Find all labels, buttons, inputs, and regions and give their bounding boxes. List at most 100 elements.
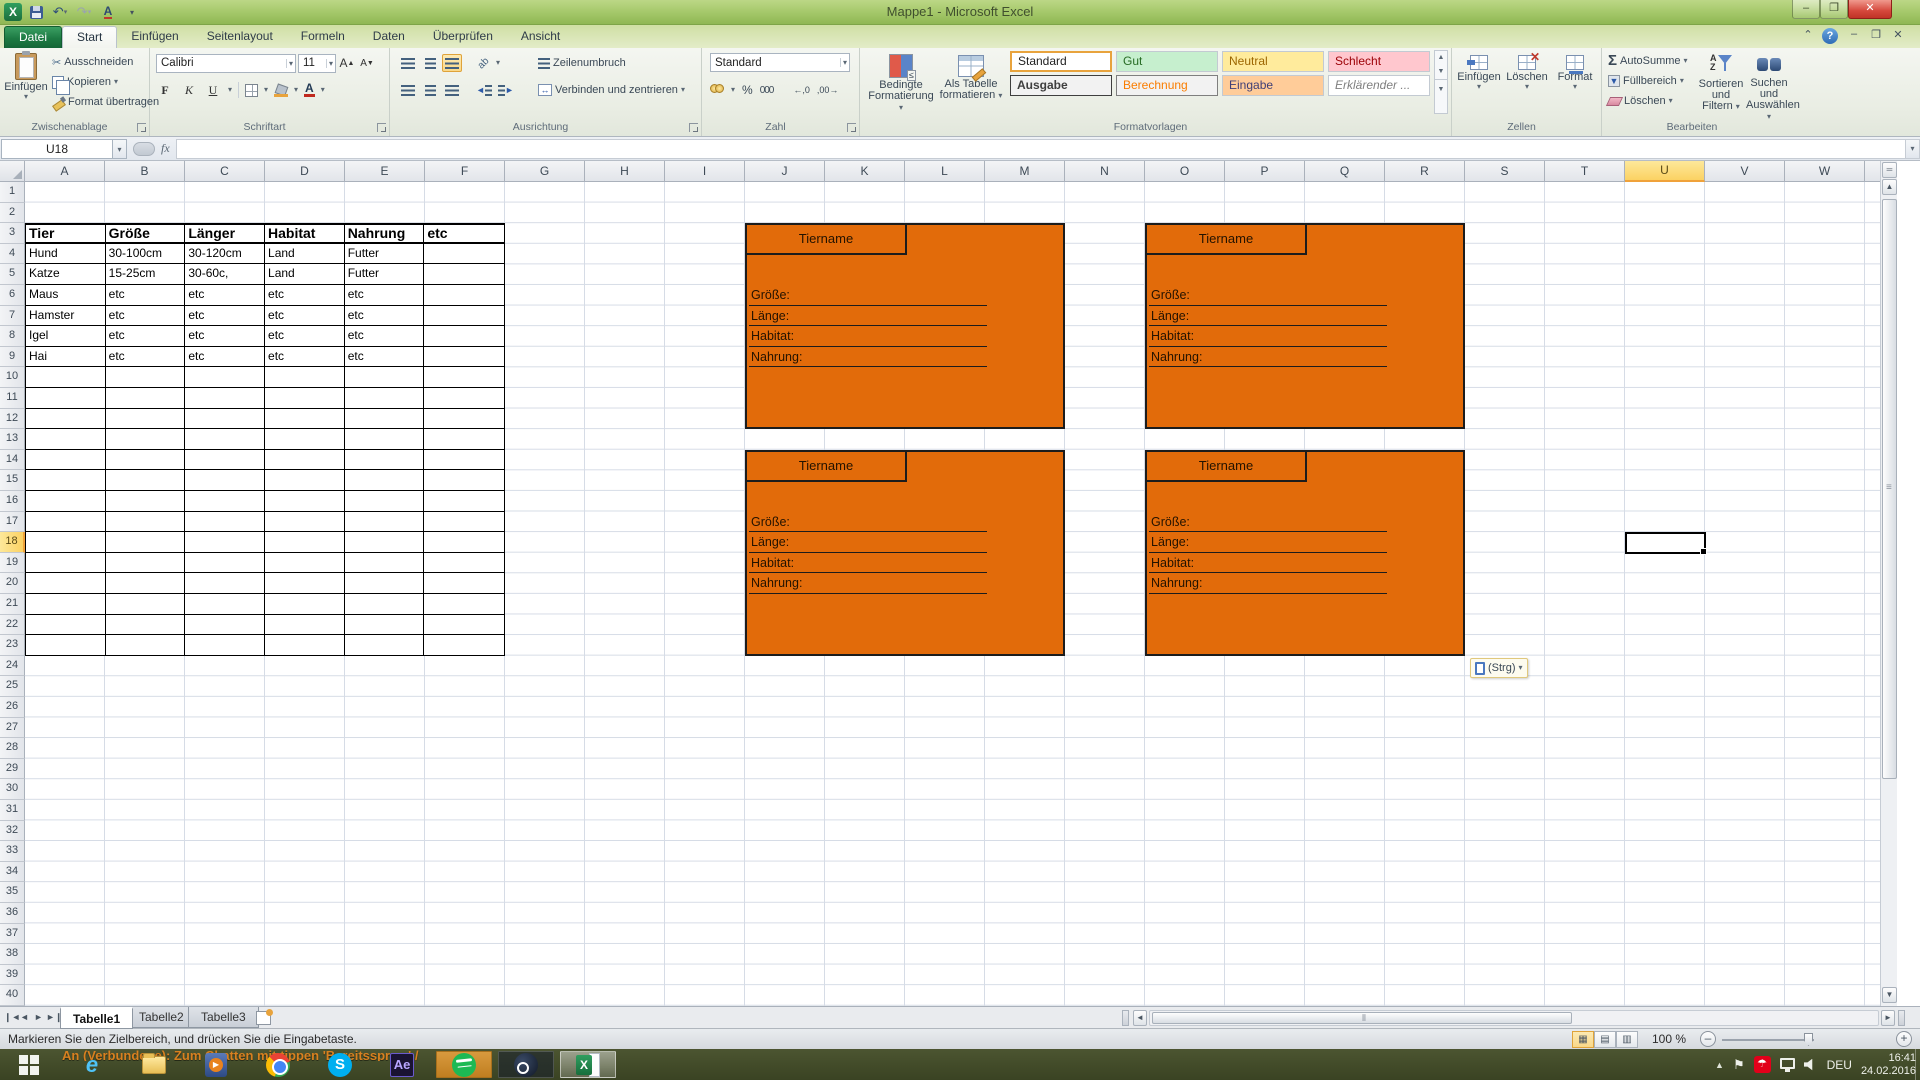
avira-antivirus-icon[interactable]: ☂ [1754, 1056, 1771, 1073]
table-cell[interactable] [26, 553, 106, 573]
row-header-31[interactable]: 31 [0, 800, 25, 821]
table-cell[interactable]: 30-120cm [185, 244, 265, 264]
row-header-10[interactable]: 10 [0, 367, 25, 388]
style-neutral[interactable]: Neutral [1222, 51, 1324, 72]
table-cell[interactable] [345, 367, 425, 387]
insert-worksheet-button[interactable] [256, 1011, 271, 1025]
column-header-A[interactable]: A [25, 161, 105, 182]
tab-datei[interactable]: Datei [4, 26, 62, 48]
font-size-combo[interactable]: 11▾ [298, 54, 336, 73]
table-cell[interactable] [265, 470, 345, 490]
column-header-J[interactable]: J [745, 161, 825, 182]
table-cell[interactable]: Land [265, 244, 345, 264]
table-cell[interactable] [424, 470, 504, 490]
table-cell[interactable] [106, 553, 186, 573]
table-cell[interactable] [106, 532, 186, 552]
table-cell[interactable] [26, 512, 106, 532]
scroll-split-handle[interactable]: ═ [1882, 162, 1897, 178]
underline-button[interactable]: U [204, 81, 222, 99]
table-cell[interactable] [185, 409, 265, 429]
table-cell[interactable]: Größe [106, 225, 186, 242]
hscroll-left-arrow[interactable]: ◄ [1133, 1010, 1147, 1026]
table-cell[interactable] [424, 491, 504, 511]
column-header-T[interactable]: T [1545, 161, 1625, 182]
horizontal-scroll-thumb[interactable] [1152, 1012, 1572, 1024]
table-cell[interactable]: etc [185, 326, 265, 346]
column-header-U[interactable]: U [1625, 161, 1705, 182]
row-header-8[interactable]: 8 [0, 326, 25, 347]
thousands-format-button[interactable]: 000 [760, 85, 774, 96]
taskbar-excel[interactable]: X [560, 1051, 616, 1078]
vertical-scroll-thumb[interactable] [1882, 199, 1897, 779]
table-cell[interactable]: etc [106, 306, 186, 326]
table-cell[interactable] [26, 594, 106, 614]
first-sheet-button[interactable]: ❙◄ [4, 1010, 17, 1025]
table-cell[interactable]: Katze [26, 264, 106, 284]
table-cell[interactable] [345, 512, 425, 532]
table-cell[interactable] [106, 635, 186, 655]
row-header-1[interactable]: 1 [0, 182, 25, 203]
table-cell[interactable] [185, 367, 265, 387]
taskbar-player[interactable] [188, 1051, 244, 1078]
table-cell[interactable] [26, 615, 106, 635]
table-cell[interactable] [265, 532, 345, 552]
format-painter-button[interactable]: Format übertragen [52, 92, 159, 112]
table-cell[interactable] [26, 450, 106, 470]
formula-input[interactable] [176, 139, 1905, 159]
table-cell[interactable] [345, 470, 425, 490]
vertical-scrollbar[interactable]: ═ ▲ ▼ [1880, 161, 1897, 1006]
row-header-39[interactable]: 39 [0, 965, 25, 986]
table-cell[interactable]: etc [185, 347, 265, 367]
table-cell[interactable]: etc [106, 285, 186, 305]
table-cell[interactable] [26, 388, 106, 408]
table-cell[interactable] [26, 470, 106, 490]
table-cell[interactable]: etc [265, 326, 345, 346]
row-header-11[interactable]: 11 [0, 388, 25, 409]
table-cell[interactable]: Maus [26, 285, 106, 305]
table-cell[interactable] [106, 512, 186, 532]
tab-daten[interactable]: Daten [359, 26, 419, 48]
scroll-down-arrow[interactable]: ▼ [1882, 987, 1897, 1003]
table-cell[interactable] [26, 409, 106, 429]
table-cell[interactable] [106, 470, 186, 490]
selected-cell-U18[interactable] [1625, 532, 1706, 554]
row-header-26[interactable]: 26 [0, 697, 25, 718]
column-header-I[interactable]: I [665, 161, 745, 182]
sheet-grid[interactable]: TierGrößeLängerHabitatNahrungetcHund30-1… [25, 182, 1897, 1006]
font-dialog-launcher[interactable] [377, 123, 386, 132]
tab-seitenlayout[interactable]: Seitenlayout [193, 26, 287, 48]
table-cell[interactable] [265, 594, 345, 614]
table-cell[interactable] [265, 367, 345, 387]
percent-format-button[interactable]: % [742, 83, 753, 97]
column-header-G[interactable]: G [505, 161, 585, 182]
hscroll-splitter[interactable] [1898, 1010, 1905, 1026]
row-header-6[interactable]: 6 [0, 285, 25, 306]
scroll-up-arrow[interactable]: ▲ [1882, 179, 1897, 195]
volume-icon[interactable] [1804, 1059, 1818, 1071]
align-top-button[interactable] [398, 54, 418, 72]
table-cell[interactable] [185, 512, 265, 532]
table-cell[interactable] [185, 635, 265, 655]
table-cell[interactable] [265, 450, 345, 470]
table-cell[interactable] [26, 491, 106, 511]
doc-close-icon[interactable]: ✕ [1890, 28, 1906, 44]
insert-function-icon[interactable]: fx [161, 141, 170, 156]
fill-color-icon[interactable] [274, 84, 288, 97]
table-cell[interactable] [424, 409, 504, 429]
format-cells-button[interactable]: Format▾ [1552, 50, 1598, 114]
row-header-36[interactable]: 36 [0, 903, 25, 924]
table-cell[interactable] [185, 450, 265, 470]
column-header-R[interactable]: R [1385, 161, 1465, 182]
table-cell[interactable] [185, 594, 265, 614]
table-cell[interactable] [345, 532, 425, 552]
sheet-tab-tabelle1[interactable]: Tabelle1 [60, 1007, 133, 1029]
start-button[interactable] [0, 1049, 58, 1080]
row-header-21[interactable]: 21 [0, 594, 25, 615]
table-cell[interactable]: etc [345, 285, 425, 305]
row-header-33[interactable]: 33 [0, 841, 25, 862]
select-all-corner[interactable] [0, 161, 25, 182]
table-cell[interactable] [106, 594, 186, 614]
zoom-out-button[interactable]: – [1700, 1031, 1716, 1047]
minimize-button[interactable]: – [1792, 0, 1820, 19]
table-cell[interactable] [424, 264, 504, 284]
